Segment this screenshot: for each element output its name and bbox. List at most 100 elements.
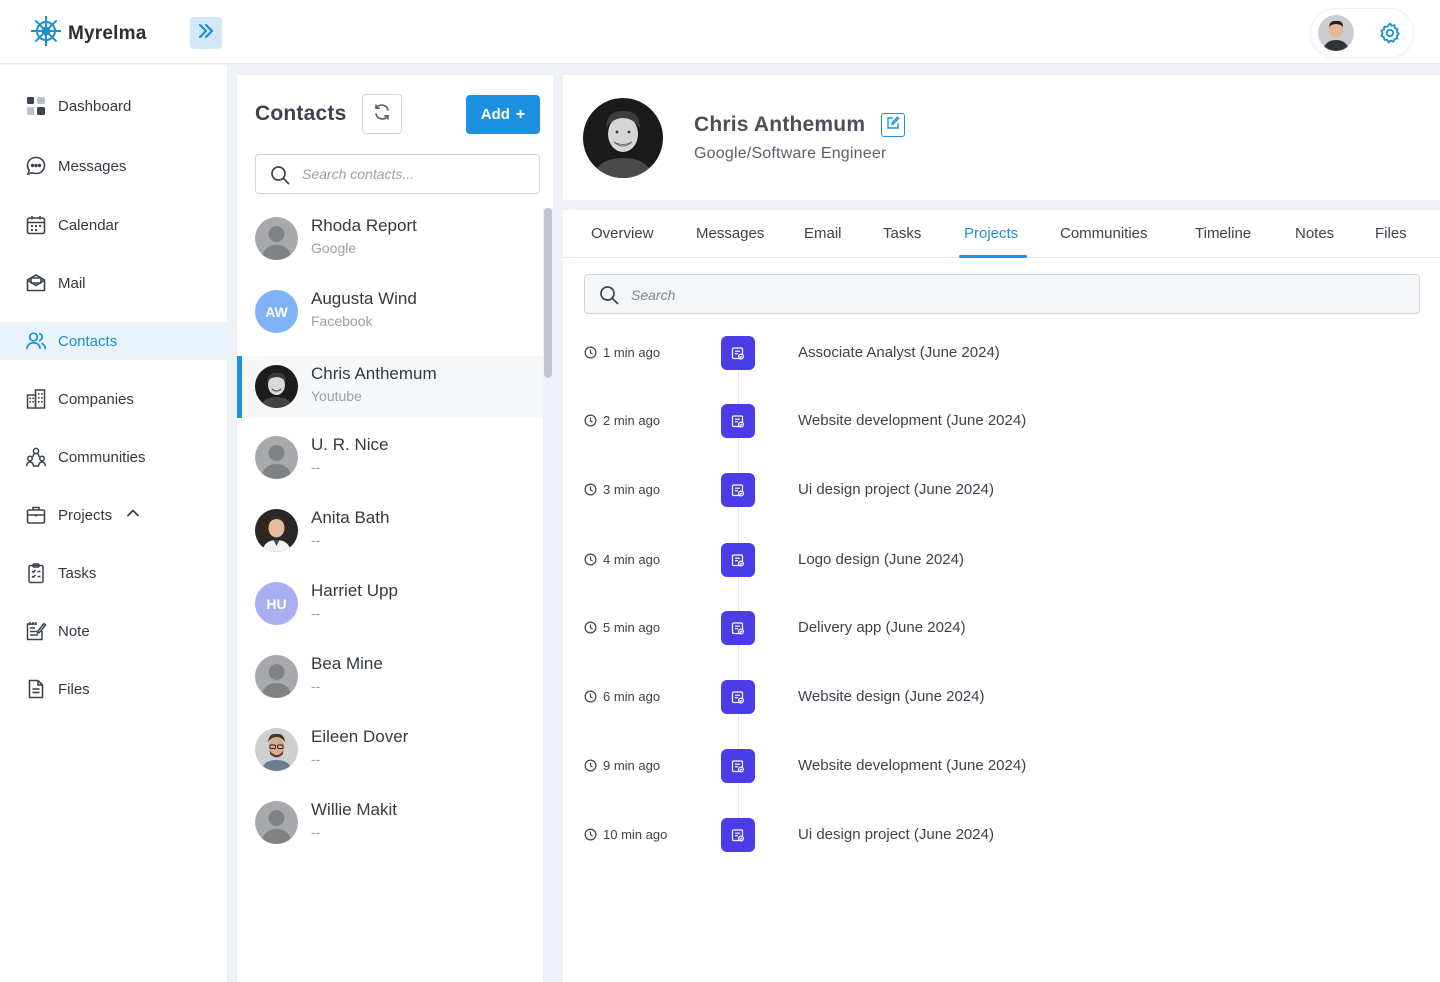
- tab-tasks[interactable]: Tasks: [883, 225, 921, 242]
- project-timeline-row[interactable]: 6 min ago Website design (June 2024): [563, 677, 1440, 717]
- sidebar-item-communities[interactable]: Communities: [0, 438, 227, 476]
- user-controls: [1310, 8, 1414, 58]
- contact-name: Harriet Upp: [311, 581, 398, 600]
- contacts-search-input[interactable]: [302, 164, 527, 184]
- project-time: 9 min ago: [603, 758, 661, 773]
- clock-icon: [584, 483, 597, 501]
- project-document-icon[interactable]: [721, 336, 755, 370]
- project-timeline-row[interactable]: 5 min ago Delivery app (June 2024): [563, 608, 1440, 648]
- project-document-icon[interactable]: [721, 473, 755, 507]
- tab-timeline[interactable]: Timeline: [1195, 225, 1251, 242]
- contact-row[interactable]: Rhoda Report Google: [237, 208, 543, 270]
- project-timeline-row[interactable]: 2 min ago Website development (June 2024): [563, 401, 1440, 441]
- tab-files[interactable]: Files: [1375, 225, 1407, 242]
- sidebar-item-dashboard[interactable]: Dashboard: [0, 87, 227, 125]
- contacts-scrollbar[interactable]: [543, 208, 553, 982]
- contact-name: Chris Anthemum: [311, 364, 437, 383]
- clock-icon: [584, 414, 597, 432]
- tab-overview[interactable]: Overview: [591, 225, 654, 242]
- project-title[interactable]: Logo design (June 2024): [798, 551, 964, 568]
- chevron-up-icon[interactable]: [126, 506, 140, 525]
- contact-row[interactable]: HU Harriet Upp --: [237, 573, 543, 635]
- avatar-photo: [255, 365, 298, 408]
- project-document-icon[interactable]: [721, 680, 755, 714]
- project-title[interactable]: Ui design project (June 2024): [798, 481, 994, 498]
- project-document-icon[interactable]: [721, 611, 755, 645]
- contact-company: --: [311, 678, 321, 694]
- sidebar-item-note[interactable]: Note: [0, 612, 227, 650]
- project-timeline-row[interactable]: 4 min ago Logo design (June 2024): [563, 540, 1440, 580]
- contact-row[interactable]: Eileen Dover --: [237, 719, 543, 781]
- tab-communities[interactable]: Communities: [1060, 225, 1148, 242]
- community-icon: [24, 445, 48, 469]
- calendar-icon: [24, 213, 48, 237]
- project-timeline-row[interactable]: 3 min ago Ui design project (June 2024): [563, 470, 1440, 510]
- project-title[interactable]: Website development (June 2024): [798, 412, 1026, 429]
- sidebar-item-tasks[interactable]: Tasks: [0, 554, 227, 592]
- sidebar-item-contacts[interactable]: Contacts: [0, 322, 227, 360]
- detail-tabs: Overview Messages Email Tasks Projects C…: [563, 210, 1440, 258]
- projects-search-input[interactable]: [631, 285, 1391, 305]
- refresh-button[interactable]: [362, 94, 402, 134]
- project-time: 10 min ago: [603, 827, 668, 842]
- search-icon: [270, 165, 290, 190]
- clock-icon: [584, 346, 597, 364]
- project-document-icon[interactable]: [721, 818, 755, 852]
- app-name: Myrelma: [68, 22, 147, 44]
- contacts-icon: [24, 329, 48, 353]
- mail-icon: [24, 271, 48, 295]
- sidebar-item-projects[interactable]: Projects: [0, 496, 227, 534]
- project-timeline-row[interactable]: 1 min ago Associate Analyst (June 2024): [563, 333, 1440, 373]
- sidebar-item-label: Calendar: [58, 216, 119, 234]
- contact-name: Anita Bath: [311, 508, 390, 527]
- sidebar-item-mail[interactable]: Mail: [0, 264, 227, 302]
- tab-projects[interactable]: Projects: [964, 225, 1018, 242]
- project-title[interactable]: Website development (June 2024): [798, 757, 1026, 774]
- top-bar: Myrelma: [0, 0, 1440, 64]
- avatar-placeholder: [255, 436, 298, 479]
- edit-profile-button[interactable]: [881, 113, 905, 137]
- contact-row[interactable]: U. R. Nice --: [237, 427, 543, 489]
- tab-email[interactable]: Email: [804, 225, 842, 242]
- project-time: 3 min ago: [603, 482, 661, 497]
- project-document-icon[interactable]: [721, 404, 755, 438]
- profile-avatar: [583, 98, 663, 178]
- contact-company: --: [311, 459, 321, 475]
- avatar-initials: AW: [255, 290, 298, 333]
- scrollbar-thumb[interactable]: [544, 208, 552, 378]
- plus-icon: +: [515, 105, 526, 123]
- add-contact-button[interactable]: Add +: [466, 95, 540, 134]
- sidebar-item-companies[interactable]: Companies: [0, 380, 227, 418]
- gear-icon[interactable]: [1378, 21, 1402, 45]
- clipboard-icon: [24, 561, 48, 585]
- profile-header: Chris Anthemum Google/Software Engineer: [563, 75, 1440, 200]
- project-document-icon[interactable]: [721, 543, 755, 577]
- project-timeline-row[interactable]: 10 min ago Ui design project (June 2024): [563, 815, 1440, 855]
- brand[interactable]: Myrelma: [30, 14, 147, 53]
- tab-messages[interactable]: Messages: [696, 225, 764, 242]
- contact-row[interactable]: Bea Mine --: [237, 646, 543, 708]
- project-time: 2 min ago: [603, 413, 661, 428]
- tab-notes[interactable]: Notes: [1295, 225, 1334, 242]
- project-title[interactable]: Associate Analyst (June 2024): [798, 344, 1000, 361]
- contact-row-selected[interactable]: Chris Anthemum Youtube: [237, 356, 543, 418]
- avatar-placeholder: [255, 217, 298, 260]
- project-title[interactable]: Delivery app (June 2024): [798, 619, 966, 636]
- sidebar-item-calendar[interactable]: Calendar: [0, 206, 227, 244]
- project-document-icon[interactable]: [721, 749, 755, 783]
- sidebar-item-files[interactable]: Files: [0, 670, 227, 708]
- edit-icon: [886, 115, 900, 135]
- project-title[interactable]: Website design (June 2024): [798, 688, 985, 705]
- project-title[interactable]: Ui design project (June 2024): [798, 826, 994, 843]
- contact-row[interactable]: Willie Makit --: [237, 792, 543, 854]
- contact-company: Google: [311, 240, 357, 256]
- sidebar-item-messages[interactable]: Messages: [0, 147, 227, 185]
- project-timeline-row[interactable]: 9 min ago Website development (June 2024): [563, 746, 1440, 786]
- contact-row[interactable]: AW Augusta Wind Facebook: [237, 281, 543, 343]
- contact-row[interactable]: Anita Bath --: [237, 500, 543, 562]
- building-icon: [24, 387, 48, 411]
- sidebar-item-label: Tasks: [58, 564, 97, 582]
- expand-sidebar-button[interactable]: [190, 17, 222, 49]
- user-avatar[interactable]: [1318, 15, 1354, 51]
- projects-search: [584, 274, 1420, 314]
